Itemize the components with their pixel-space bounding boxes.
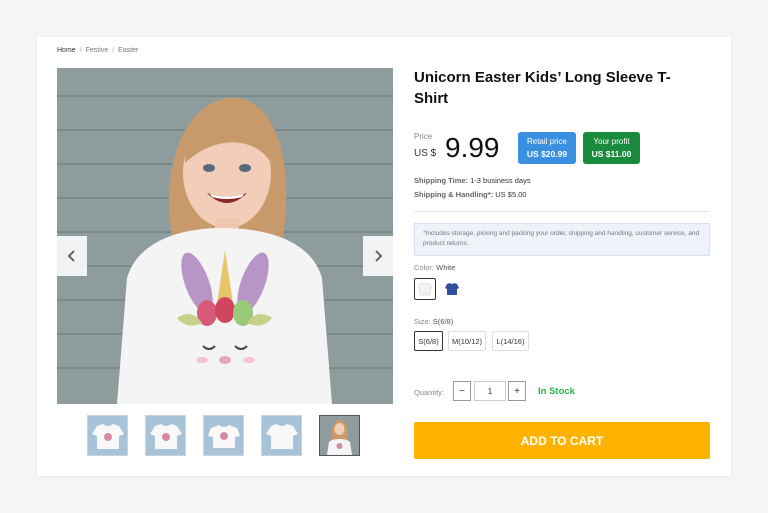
price-value: 9.99 (445, 132, 500, 163)
shirt-thumbnail-image (207, 424, 240, 448)
profit-badge: Your profit US $11.00 (583, 132, 640, 164)
add-to-cart-button[interactable]: ADD TO CART (414, 422, 710, 459)
breadcrumb-festive[interactable]: Festive (86, 47, 109, 54)
shipping-handling-value: US $5.00 (495, 190, 527, 199)
product-photo (57, 68, 393, 404)
shipping-time-label: Shipping Time: (414, 176, 469, 185)
color-swatch-white[interactable] (414, 278, 436, 300)
size-value: S(6/8) (432, 317, 454, 326)
shipping-time: Shipping Time: 1-3 business days (414, 176, 531, 185)
size-label-row: Size: S(6/8) (414, 317, 453, 326)
size-option-m[interactable]: M(10/12) (448, 331, 486, 351)
breadcrumb-easter[interactable]: Easter (118, 47, 138, 54)
shirt-thumbnail-image (149, 423, 182, 449)
quantity-input[interactable] (474, 381, 506, 401)
thumbnail-5[interactable] (319, 415, 360, 456)
price-currency: US $ (414, 148, 437, 159)
color-value: White (436, 263, 456, 272)
quantity-label: Quantity: (414, 388, 445, 397)
thumbnail-1[interactable] (87, 415, 128, 456)
price-label: Price (414, 132, 433, 141)
color-label-row: Color: White (414, 263, 455, 272)
retail-price-badge: Retail price US $20.99 (518, 132, 576, 164)
prev-image-button[interactable] (57, 236, 87, 276)
navy-shirt-icon (445, 283, 459, 295)
profit-value: US $11.00 (591, 149, 632, 159)
thumbnail-3[interactable] (203, 415, 244, 456)
retail-price-label: Retail price (526, 137, 567, 146)
breadcrumb: Home / Festive / Easter (57, 47, 138, 54)
color-swatch-navy[interactable] (441, 278, 463, 300)
size-option-l[interactable]: L(14/16) (492, 331, 529, 351)
shirt-thumbnail-image (91, 423, 124, 449)
breadcrumb-separator: / (112, 47, 115, 54)
color-label: Color: (414, 263, 435, 272)
quantity-decrease-button[interactable]: − (453, 381, 471, 401)
quantity-increase-button[interactable]: + (508, 381, 526, 401)
main-product-image (57, 68, 393, 404)
model-thumbnail-image (327, 420, 352, 455)
shirt-thumbnail-image (265, 423, 298, 449)
thumbnail-strip (87, 415, 365, 457)
white-shirt-icon (417, 282, 433, 296)
thumbnail-4[interactable] (261, 415, 302, 456)
breadcrumb-separator: / (79, 47, 82, 54)
divider (414, 211, 710, 212)
next-image-button[interactable] (363, 236, 393, 276)
price-block: Price US $ 9.99 (414, 132, 500, 163)
shipping-time-value: 1-3 business days (470, 176, 531, 185)
shipping-handling-label: Shipping & Handling*: (414, 190, 494, 199)
shipping-handling: Shipping & Handling*: US $5.00 (414, 190, 527, 199)
product-card: Home / Festive / Easter Unicorn Easter K… (37, 37, 731, 476)
shipping-note: *Includes storage, picking and packing y… (414, 223, 710, 256)
stock-status: In Stock (538, 386, 575, 397)
chevron-right-icon (375, 250, 383, 262)
chevron-left-icon (67, 250, 75, 262)
size-label: Size: (414, 317, 431, 326)
thumbnail-2[interactable] (145, 415, 186, 456)
breadcrumb-home[interactable]: Home (57, 47, 76, 54)
profit-label: Your profit (593, 137, 630, 146)
size-option-s[interactable]: S(6/8) (414, 331, 443, 351)
retail-price-value: US $20.99 (526, 149, 568, 159)
product-title: Unicorn Easter Kids’ Long Sleeve T-Shirt (414, 69, 671, 107)
